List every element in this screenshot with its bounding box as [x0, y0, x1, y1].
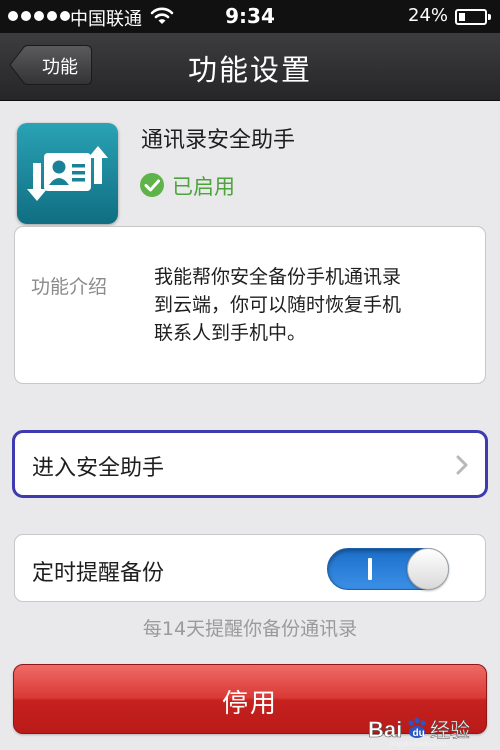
toggle-knob [407, 548, 449, 590]
backup-reminder-label: 定时提醒备份 [32, 561, 165, 586]
battery-percentage: 24% [408, 5, 449, 26]
baidu-jingyan-watermark: Bai du 经验 jingyan.baidu.com [366, 710, 491, 748]
navigation-bar: 功能 功能设置 [0, 33, 500, 101]
feature-intro-card: 功能介绍 我能帮你安全备份手机通讯录 到云端，你可以随时恢复手机 联系人到手机中… [14, 226, 486, 384]
page-title: 功能设置 [187, 53, 312, 87]
svg-text:经验: 经验 [430, 718, 470, 742]
toggle-on-icon [368, 558, 372, 580]
backup-reminder-row: 定时提醒备份 [14, 534, 486, 602]
app-name: 通讯录安全助手 [141, 128, 296, 153]
backup-reminder-toggle[interactable] [327, 548, 449, 590]
enter-assistant-label: 进入安全助手 [32, 456, 165, 481]
battery-icon [455, 9, 491, 25]
feature-intro-text: 我能帮你安全备份手机通讯录 到云端，你可以随时恢复手机 联系人到手机中。 [154, 263, 454, 347]
baidu-logo-icon: Bai du 经验 jingyan.baidu.com [368, 717, 471, 748]
contacts-sync-icon [17, 123, 118, 224]
chevron-right-icon [456, 455, 468, 475]
status-bar: 中国联通 9:34 24% [0, 0, 500, 33]
feature-intro-line: 我能帮你安全备份手机通讯录 [154, 266, 402, 288]
feature-intro-line: 联系人到手机中。 [154, 322, 307, 344]
status-text: 已启用 [172, 175, 235, 199]
check-circle-icon [140, 173, 164, 197]
svg-text:du: du [413, 728, 425, 739]
feature-intro-line: 到云端，你可以随时恢复手机 [154, 294, 402, 316]
svg-text:Bai: Bai [368, 717, 402, 742]
enter-assistant-row[interactable]: 进入安全助手 [12, 430, 488, 498]
backup-reminder-hint: 每14天提醒你备份通讯录 [142, 618, 358, 640]
svg-text:jingyan.baidu.com: jingyan.baidu.com [389, 741, 447, 748]
feature-intro-label: 功能介绍 [31, 276, 108, 298]
